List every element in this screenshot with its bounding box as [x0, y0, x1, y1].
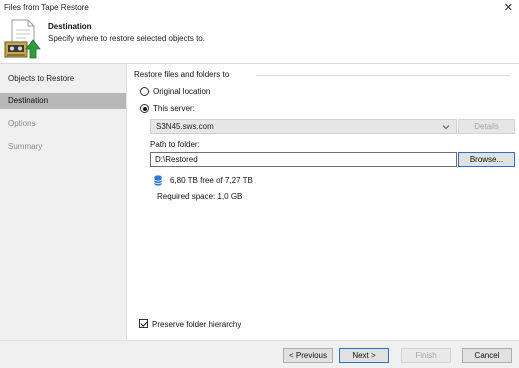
step-objects-to-restore[interactable]: Objects to Restore: [0, 71, 126, 87]
this-server-label[interactable]: This server:: [153, 104, 195, 113]
page-subtitle: Specify where to restore selected object…: [48, 34, 205, 43]
free-space-text: 6,80 TB free of 7,27 TB: [170, 176, 253, 185]
section-divider: [256, 75, 510, 76]
path-to-folder-input[interactable]: D:\Restored: [150, 152, 457, 167]
tape-restore-icon: [4, 19, 41, 59]
wizard-header: Destination Specify where to restore sel…: [0, 16, 519, 63]
page-title: Destination: [48, 22, 92, 31]
wizard-footer: < Previous Next > Finish Cancel: [0, 340, 519, 368]
next-button[interactable]: Next >: [339, 348, 389, 363]
details-button[interactable]: Details: [458, 119, 515, 134]
finish-button[interactable]: Finish: [401, 348, 451, 363]
preserve-hierarchy-checkbox[interactable]: [139, 319, 148, 328]
this-server-radio[interactable]: [140, 104, 149, 113]
server-select-value: S3N45.sws.com: [156, 122, 214, 131]
server-select[interactable]: S3N45.sws.com: [150, 119, 457, 134]
path-to-folder-label: Path to folder:: [150, 140, 200, 149]
preserve-hierarchy-label[interactable]: Preserve folder hierarchy: [152, 320, 241, 329]
browse-button[interactable]: Browse...: [458, 152, 515, 167]
cancel-button[interactable]: Cancel: [462, 348, 512, 363]
restore-to-section-label: Restore files and folders to: [134, 70, 234, 79]
title-bar: Files from Tape Restore ✕: [0, 0, 519, 16]
original-location-label[interactable]: Original location: [153, 87, 210, 96]
required-space-text: Required space: 1,0 GB: [157, 192, 243, 201]
previous-button[interactable]: < Previous: [283, 348, 333, 363]
close-icon[interactable]: ✕: [504, 1, 513, 14]
database-icon: [154, 175, 162, 186]
chevron-down-icon: [442, 125, 450, 130]
original-location-radio[interactable]: [140, 87, 149, 96]
step-summary[interactable]: Summary: [0, 139, 126, 155]
step-destination[interactable]: Destination: [0, 93, 126, 109]
destination-panel: Restore files and folders to Original lo…: [128, 64, 519, 340]
step-options[interactable]: Options: [0, 116, 126, 132]
wizard-steps-sidebar: Objects to Restore Destination Options S…: [0, 64, 127, 340]
window-title: Files from Tape Restore: [4, 3, 89, 12]
